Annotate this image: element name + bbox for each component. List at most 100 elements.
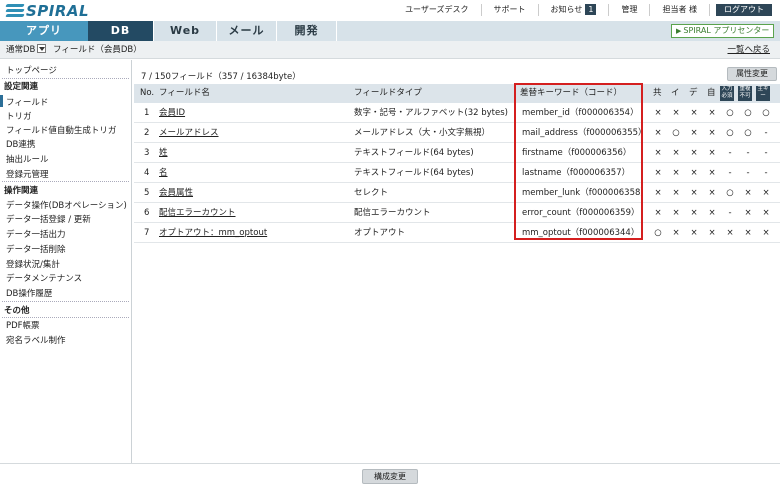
field-type: セレクト [354,188,389,198]
notice-label: お知らせ [550,5,583,14]
sidebar-divider [2,317,129,318]
flag-mark: × [672,188,680,198]
sidebar-item-stats[interactable]: 登録状況/集計 [6,258,60,270]
sidebar-item-bulk-export[interactable]: データ一括出力 [6,228,66,240]
row-no: 4 [144,168,150,178]
support-link[interactable]: サポート [482,4,539,16]
table-row: 7 オプトアウト：mm_optout オプトアウト mm_optout（f000006… [134,223,780,243]
header: SPIRAL ユーザーズデスク サポート お知らせ 1 管理 担当者 様 ログアウ… [0,0,780,21]
flag-mark: × [708,228,716,238]
app-center-button[interactable]: ▶ SPIRAL アプリセンター [671,24,774,38]
logout-button[interactable]: ログアウト [716,4,772,16]
flag-mark: × [672,228,680,238]
sidebar-item-auto-trigger[interactable]: フィールド値自動生成トリガ [6,124,116,136]
tab-dev[interactable]: 開発 [276,21,336,41]
flag-mark: ○ [672,128,680,138]
row-no: 1 [144,108,150,118]
spiral-logo-icon [5,3,25,18]
field-type: テキストフィールド(64 bytes) [354,148,474,158]
field-type: 配信エラーカウント [354,208,431,218]
breadcrumb-current: フィールド（会員DB） [53,45,142,55]
field-name-link[interactable]: オプトアウト：mm_optout [159,223,267,243]
field-count: 7 / 150フィールド（357 / 16384byte） [141,72,301,82]
sidebar-item-history[interactable]: DB操作履歴 [6,287,52,299]
flag-mark: ○ [762,108,770,118]
sidebar-item-trigger[interactable]: トリガ [6,110,32,122]
flag-mark: - [764,148,768,158]
spiral-logo[interactable]: SPIRAL [5,1,90,20]
sidebar-item-field[interactable]: フィールド [6,96,48,108]
main-tab-bar: アプリ DB Web メール 開発 [0,21,780,41]
logo-text: SPIRAL [26,1,90,20]
chevron-down-icon[interactable] [37,44,47,53]
sidebar-item-bulk-register[interactable]: データ一括登録 / 更新 [6,213,91,225]
flag-mark: × [762,228,770,238]
sidebar-item-source[interactable]: 登録元管理 [6,168,49,180]
flag-mark: - [728,168,732,178]
row-no: 6 [144,208,150,218]
row-no: 2 [144,128,150,138]
top-nav: ユーザーズデスク サポート お知らせ 1 管理 担当者 様 ログアウト [393,3,772,17]
user-desk-link[interactable]: ユーザーズデスク [393,4,482,16]
sidebar-item-top[interactable]: トップページ [6,64,57,76]
flag-mark: - [728,148,732,158]
flag-mark: - [746,168,750,178]
footer: 構成変更 [0,463,780,487]
admin-link[interactable]: 管理 [609,4,651,16]
notice-count-badge: 1 [585,4,597,15]
flag-mark: × [672,148,680,158]
attribute-change-button[interactable]: 属性変更 [727,67,777,81]
col-field-name: フィールド名 [159,88,210,98]
col-primary-key: 主キー [756,86,770,101]
sidebar-item-db-link[interactable]: DB連携 [6,138,35,150]
flag-mark: × [690,108,698,118]
tab-db[interactable]: DB [88,21,153,41]
flag-mark: - [764,128,768,138]
flag-mark: ○ [744,108,752,118]
field-name-link[interactable]: 姓 [159,143,168,163]
db-type-select[interactable]: 通常DB [6,41,47,59]
sidebar-item-bulk-delete[interactable]: データ一括削除 [6,243,66,255]
sidebar-item-extract-rule[interactable]: 抽出ルール [6,153,49,165]
flag-mark: × [744,188,752,198]
table-row: 2 メールアドレス メールアドレス（大・小文字無視） mail_address（f00… [134,123,780,143]
flag-mark: × [672,208,680,218]
apply-structure-button[interactable]: 構成変更 [362,469,418,484]
tab-web[interactable]: Web [153,21,216,41]
sidebar-section-other: その他 [4,306,30,316]
field-type: オプトアウト [354,228,406,238]
col-de: デ [689,88,698,98]
play-triangle-icon: ▶ [676,27,682,35]
field-type: メールアドレス（大・小文字無視） [354,128,491,138]
field-name-link[interactable]: 配信エラーカウント [159,203,236,223]
flag-mark: × [708,208,716,218]
flag-mark: × [690,188,698,198]
flag-mark: × [672,168,680,178]
flag-mark: - [746,148,750,158]
flag-mark: × [690,228,698,238]
field-name-link[interactable]: 会員属性 [159,183,193,203]
col-unique: 重複不可 [738,86,752,101]
sidebar-item-label[interactable]: 宛名ラベル制作 [6,334,66,346]
flag-mark: × [654,148,662,158]
field-name-link[interactable]: メールアドレス [159,123,219,143]
tab-mail[interactable]: メール [216,21,276,41]
field-name-link[interactable]: 会員ID [159,103,185,123]
sidebar-item-maintenance[interactable]: データメンテナンス [6,272,82,284]
flag-mark: × [726,228,734,238]
flag-mark: × [654,108,662,118]
sidebar-divider [2,78,129,79]
table-row: 4 名テキストフィールド(64 bytes) lastname（f000006357… [134,163,780,183]
tab-app[interactable]: アプリ [0,21,88,41]
sidebar-item-db-operation[interactable]: データ操作(DBオペレーション) [6,199,127,211]
col-auto: 自 [707,88,716,98]
back-to-list-link[interactable]: 一覧へ戻る [727,41,770,59]
notice-link[interactable]: お知らせ 1 [539,4,610,16]
field-name-link[interactable]: 名 [159,163,168,183]
sidebar-item-pdf[interactable]: PDF帳票 [6,319,40,331]
flag-mark: × [708,128,716,138]
flag-mark: - [764,168,768,178]
flag-mark: × [690,208,698,218]
sidebar: トップページ 設定関連 フィールド トリガ フィールド値自動生成トリガ DB連携… [0,60,132,463]
sidebar-section-ops: 操作関連 [4,186,39,196]
